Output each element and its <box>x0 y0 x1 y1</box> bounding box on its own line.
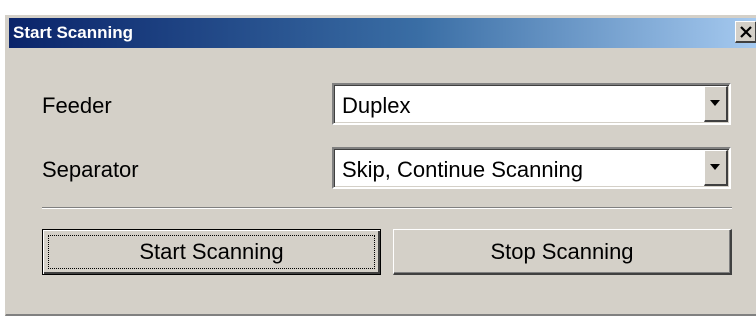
stop-scanning-button[interactable]: Stop Scanning <box>393 229 732 275</box>
separator-select[interactable]: Skip, Continue Scanning <box>332 147 731 189</box>
close-button[interactable] <box>735 21 756 43</box>
separator-label: Separator <box>42 157 139 182</box>
chevron-down-icon <box>710 164 720 170</box>
chevron-down-icon <box>710 100 720 106</box>
start-scanning-label: Start Scanning <box>139 239 284 264</box>
close-icon <box>740 26 752 38</box>
title-bar[interactable]: Start Scanning <box>9 18 756 48</box>
stop-scanning-label: Stop Scanning <box>490 239 634 264</box>
feeder-select-value: Duplex <box>342 93 411 118</box>
feeder-dropdown-button[interactable] <box>704 86 728 122</box>
divider <box>42 207 732 209</box>
feeder-select[interactable]: Duplex <box>332 83 731 125</box>
start-scanning-button[interactable]: Start Scanning <box>42 229 381 275</box>
window-title: Start Scanning <box>13 23 133 42</box>
start-scanning-dialog: Start Scanning Feeder Duplex Separator S… <box>5 15 756 316</box>
separator-dropdown-button[interactable] <box>704 150 728 186</box>
separator-select-value: Skip, Continue Scanning <box>342 157 583 182</box>
feeder-label: Feeder <box>42 93 112 118</box>
